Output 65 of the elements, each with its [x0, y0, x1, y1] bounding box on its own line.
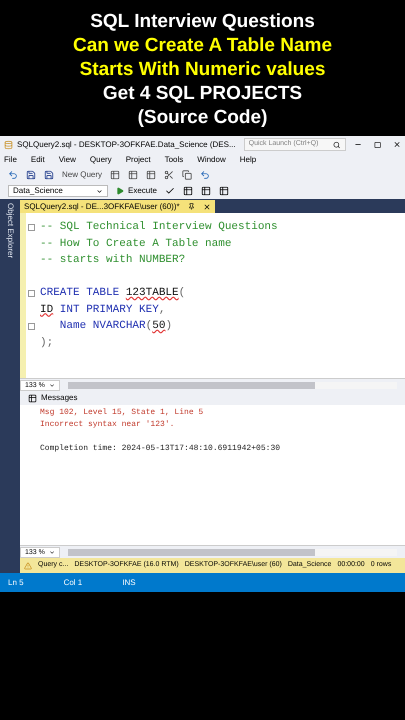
table-icon[interactable]	[128, 170, 138, 180]
menu-item[interactable]: Edit	[30, 154, 45, 166]
back-icon[interactable]	[8, 170, 18, 180]
fold-toggle[interactable]	[28, 224, 35, 231]
message-line: Incorrect syntax near '123'.	[40, 419, 176, 431]
menu-item[interactable]: Help	[240, 154, 256, 166]
status-text: INS	[122, 576, 136, 588]
code-line: ID INT PRIMARY KEY,	[40, 302, 166, 318]
headline-text: Starts With Numeric values	[80, 58, 326, 82]
play-icon	[116, 187, 124, 195]
caret-icon	[48, 382, 55, 388]
message-line: Completion time: 2024-05-13T17:48:10.6911942+05:30	[40, 443, 282, 455]
save-icon[interactable]	[44, 170, 54, 180]
code-line: );	[40, 336, 54, 350]
messages-tab[interactable]: Messages	[28, 392, 78, 404]
app-icon	[4, 140, 14, 150]
fold-toggle[interactable]	[28, 290, 35, 297]
menu-item[interactable]: View	[58, 154, 76, 166]
grid-icon[interactable]	[200, 186, 211, 196]
headline-text: SQL Interview Questions	[90, 10, 315, 34]
table-icon[interactable]	[110, 170, 120, 180]
execute-button[interactable]: Execute	[116, 185, 157, 197]
menu-item[interactable]: File	[4, 154, 17, 166]
database-dropdown[interactable]: Data_Science	[8, 185, 108, 197]
status-text: Ln 5	[8, 576, 24, 588]
code-line: -- How To Create A Table name	[40, 236, 232, 252]
message-line: Msg 102, Level 15, State 1, Line 5	[40, 407, 204, 419]
code-line: -- SQL Technical Interview Questions	[40, 220, 278, 235]
horizontal-scrollbar[interactable]	[68, 382, 397, 388]
status-text: Col 1	[64, 576, 82, 588]
code-line: CREATE TABLE 123TABLE(	[40, 286, 186, 301]
fold-toggle[interactable]	[28, 322, 35, 330]
headline-text: (Source Code)	[138, 106, 268, 130]
close-icon[interactable]	[202, 202, 211, 210]
menu-item[interactable]: Window	[197, 154, 226, 166]
window-title: SQLQuery2.sql - DESKTOP-3OFKFAE.Data_Science (DES...	[17, 138, 236, 150]
new-query-button[interactable]: New Query	[62, 168, 102, 180]
copy-icon[interactable]	[182, 170, 192, 180]
code-editor[interactable]: -- SQL Technical Interview Questions -- How To Create A Table name -- starts with NUMBER? CREATE TABLE 123TABLE( ID INT PRIMARY KEY, Name NVARCHAR(50) );	[20, 213, 405, 378]
close-icon[interactable]	[392, 140, 401, 149]
maximize-icon[interactable]	[374, 140, 381, 148]
grid-icon[interactable]	[218, 186, 229, 196]
warning-icon	[24, 562, 32, 570]
caret-icon	[96, 188, 103, 194]
menu-item[interactable]: Tools	[164, 154, 184, 166]
headline-text: Can we Create A Table Name	[72, 34, 332, 58]
code-line: -- starts with NUMBER?	[40, 253, 186, 268]
cut-icon[interactable]	[164, 170, 174, 180]
menu-item[interactable]: Project	[126, 154, 151, 166]
headline-text: Get 4 SQL PROJECTS	[102, 82, 302, 106]
document-tab[interactable]: SQLQuery2.sql - DE...3OFKFAE\user (60))*	[20, 200, 215, 213]
side-panel-label[interactable]: Object Explorer	[4, 203, 16, 573]
messages-icon	[28, 394, 37, 402]
caret-icon	[48, 548, 55, 556]
undo-icon[interactable]	[200, 170, 210, 180]
search-icon	[333, 140, 341, 148]
check-icon[interactable]	[164, 186, 175, 196]
side-panel[interactable]: Object Explorer	[0, 199, 20, 573]
grid-icon[interactable]	[182, 186, 193, 196]
horizontal-scrollbar[interactable]	[68, 548, 397, 556]
table-icon[interactable]	[146, 170, 156, 180]
pin-icon[interactable]	[188, 203, 195, 210]
menu-item[interactable]: Query	[90, 154, 112, 166]
save-icon[interactable]	[26, 170, 36, 180]
code-line: Name NVARCHAR(50)	[58, 319, 172, 334]
